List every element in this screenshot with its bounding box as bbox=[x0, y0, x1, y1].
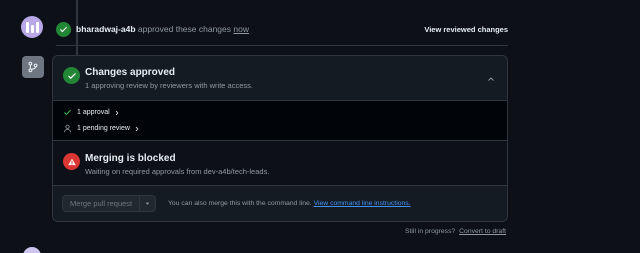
review-item-label: 1 pending review bbox=[77, 125, 130, 132]
merging-blocked-section: Merging is blocked Waiting on required a… bbox=[53, 141, 507, 186]
avatar[interactable] bbox=[23, 247, 41, 253]
triangle-down-icon bbox=[145, 202, 150, 205]
approved-title: Changes approved bbox=[85, 67, 176, 78]
merge-options-dropdown[interactable] bbox=[140, 195, 157, 212]
command-line-hint: You can also merge this with the command… bbox=[168, 200, 411, 207]
check-icon bbox=[63, 108, 74, 117]
person-icon bbox=[63, 124, 74, 133]
merge-pull-request-button[interactable]: Merge pull request bbox=[62, 195, 141, 212]
cli-hint-text: You can also merge this with the command… bbox=[168, 200, 312, 207]
still-in-progress-text: Still in progress? bbox=[405, 228, 456, 235]
reviewer-username[interactable]: bharadwaj-a4b bbox=[76, 24, 136, 34]
review-item-label: 1 approval bbox=[77, 109, 110, 116]
blocked-status-badge bbox=[63, 153, 80, 170]
approved-subtitle: 1 approving review by reviewers with wri… bbox=[85, 81, 253, 90]
git-merge-icon bbox=[22, 56, 44, 78]
pr-timeline: bharadwaj-a4b approved these changes now… bbox=[0, 0, 640, 253]
approval-timestamp[interactable]: now bbox=[233, 24, 249, 34]
review-item-pending[interactable]: 1 pending review bbox=[63, 124, 140, 133]
approval-action-text: approved these changes bbox=[137, 24, 232, 34]
blocked-title: Merging is blocked bbox=[85, 153, 176, 164]
convert-to-draft-link[interactable]: Convert to draft bbox=[459, 228, 506, 235]
merge-actions: Merge pull request You can also merge th… bbox=[53, 186, 507, 221]
timeline-divider bbox=[56, 45, 508, 46]
view-reviewed-changes-link[interactable]: View reviewed changes bbox=[424, 25, 508, 34]
merge-button-group: Merge pull request bbox=[62, 195, 157, 212]
chevron-right-icon bbox=[134, 126, 140, 132]
blocked-subtitle: Waiting on required approvals from dev-a… bbox=[85, 167, 270, 176]
approval-event-text: bharadwaj-a4b approved these changes now bbox=[76, 24, 249, 34]
check-icon bbox=[67, 72, 76, 79]
git-branch-icon bbox=[28, 61, 38, 73]
command-line-instructions-link[interactable]: View command line instructions. bbox=[314, 200, 411, 207]
review-list: 1 approval 1 pending review bbox=[53, 101, 507, 141]
avatar-logo bbox=[25, 21, 39, 33]
merge-box: Changes approved 1 approving review by r… bbox=[52, 55, 508, 222]
chevron-up-icon[interactable] bbox=[487, 70, 495, 88]
check-icon bbox=[60, 26, 67, 32]
approved-status-badge bbox=[63, 67, 80, 84]
approved-check-badge bbox=[56, 21, 71, 37]
draft-footer: Still in progress? Convert to draft bbox=[405, 228, 506, 235]
changes-approved-section[interactable]: Changes approved 1 approving review by r… bbox=[53, 56, 507, 101]
chevron-right-icon bbox=[114, 110, 120, 116]
avatar[interactable] bbox=[21, 16, 43, 38]
review-item-approvals[interactable]: 1 approval bbox=[63, 108, 120, 117]
approval-event: bharadwaj-a4b approved these changes now… bbox=[56, 19, 508, 39]
alert-icon bbox=[67, 158, 76, 165]
